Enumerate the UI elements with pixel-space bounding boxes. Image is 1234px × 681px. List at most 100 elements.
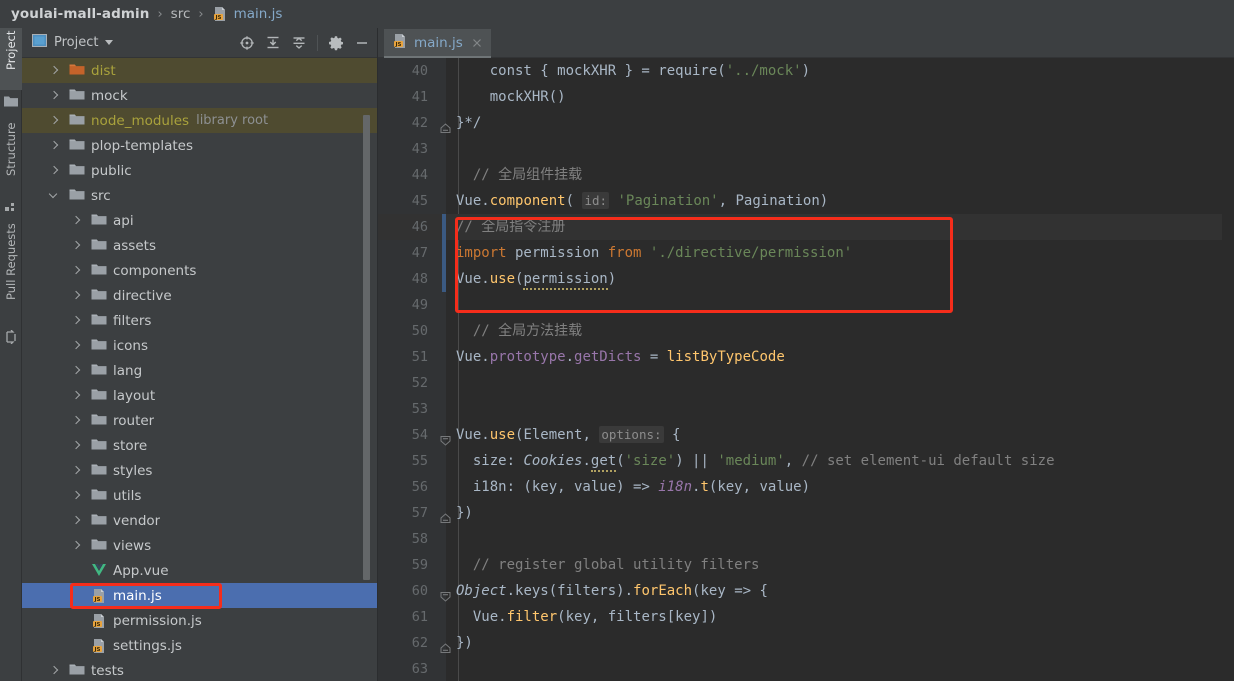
tree-scrollbar[interactable]: [362, 58, 371, 681]
chevron-right-icon[interactable]: [70, 289, 83, 302]
tree-item-plop-templates[interactable]: plop-templates: [22, 133, 378, 158]
code-line-49[interactable]: 49: [378, 292, 1234, 318]
fold-end-icon[interactable]: [440, 117, 451, 133]
sidebar-item-pull-requests[interactable]: Pull Requests: [0, 220, 22, 326]
tree-item-lang[interactable]: lang: [22, 358, 378, 383]
code-line-51[interactable]: 51 Vue.prototype.getDicts = listByTypeCod…: [378, 344, 1234, 370]
fold-end-icon[interactable]: [440, 637, 451, 653]
chevron-right-icon[interactable]: [48, 664, 61, 677]
code-line-46[interactable]: 46 // 全局指令注册: [378, 214, 1234, 240]
gear-icon[interactable]: [324, 31, 348, 55]
code-line-41[interactable]: 41 mockXHR(): [378, 84, 1234, 110]
code-line-57[interactable]: 57}): [378, 500, 1234, 526]
tree-item-directive[interactable]: directive: [22, 283, 378, 308]
project-file-tree[interactable]: dist mock node_modules library root plop-tem…: [22, 58, 378, 681]
code-line-45[interactable]: 45 Vue.component( id: 'Pagination', Pagin…: [378, 188, 1234, 214]
code-line-62[interactable]: 62}): [378, 630, 1234, 656]
code-editor[interactable]: 40 const { mockXHR } = require('../mock'…: [378, 58, 1234, 681]
tree-item-components[interactable]: components: [22, 258, 378, 283]
line-number: 45: [411, 193, 428, 209]
tree-item-app-vue[interactable]: App.vue: [22, 558, 378, 583]
code-line-58[interactable]: 58: [378, 526, 1234, 552]
code-line-40[interactable]: 40 const { mockXHR } = require('../mock'…: [378, 58, 1234, 84]
chevron-right-icon[interactable]: [48, 89, 61, 102]
tree-item-filters[interactable]: filters: [22, 308, 378, 333]
select-opened-file-icon[interactable]: [235, 31, 259, 55]
code-line-text: // 全局组件挂载: [456, 162, 582, 188]
chevron-right-icon[interactable]: [70, 514, 83, 527]
breadcrumb-file[interactable]: main.js: [234, 6, 283, 22]
tree-item-permission-js[interactable]: JS permission.js: [22, 608, 378, 633]
chevron-right-icon[interactable]: [70, 464, 83, 477]
code-line-60[interactable]: 60 Object.keys(filters).forEach(key => {: [378, 578, 1234, 604]
token: component: [489, 193, 566, 209]
tree-item-views[interactable]: views: [22, 533, 378, 558]
tree-item-mock[interactable]: mock: [22, 83, 378, 108]
fold-end-icon[interactable]: [440, 507, 451, 523]
code-line-54[interactable]: 54 Vue.use(Element, options: {: [378, 422, 1234, 448]
tree-item-node-modules[interactable]: node_modules library root: [22, 108, 378, 133]
tree-item-utils[interactable]: utils: [22, 483, 378, 508]
svg-text:JS: JS: [394, 41, 401, 47]
tree-item-src[interactable]: src: [22, 183, 378, 208]
tree-item-layout[interactable]: layout: [22, 383, 378, 408]
tree-item-settings-js[interactable]: JS settings.js: [22, 633, 378, 658]
tree-item-vendor[interactable]: vendor: [22, 508, 378, 533]
chevron-right-icon[interactable]: [70, 489, 83, 502]
code-line-43[interactable]: 43: [378, 136, 1234, 162]
code-line-44[interactable]: 44 // 全局组件挂载: [378, 162, 1234, 188]
chevron-right-icon[interactable]: [48, 64, 61, 77]
tree-item-assets[interactable]: assets: [22, 233, 378, 258]
folder-icon: [91, 363, 107, 379]
chevron-right-icon[interactable]: [70, 339, 83, 352]
tree-item-main-js[interactable]: JS main.js: [22, 583, 378, 608]
breadcrumb-folder[interactable]: src: [171, 6, 191, 22]
tree-item-public[interactable]: public: [22, 158, 378, 183]
tree-item-dist[interactable]: dist: [22, 58, 378, 83]
chevron-down-icon[interactable]: [105, 40, 114, 45]
tree-item-icons[interactable]: icons: [22, 333, 378, 358]
code-line-52[interactable]: 52: [378, 370, 1234, 396]
tab-main-js[interactable]: JS main.js: [384, 29, 491, 58]
code-line-48[interactable]: 48 Vue.use(permission): [378, 266, 1234, 292]
code-line-61[interactable]: 61 Vue.filter(key, filters[key]): [378, 604, 1234, 630]
code-line-53[interactable]: 53: [378, 396, 1234, 422]
hide-icon[interactable]: [350, 31, 374, 55]
tree-item-styles[interactable]: styles: [22, 458, 378, 483]
editor-scrollbar-track[interactable]: [1222, 88, 1234, 681]
collapse-all-icon[interactable]: [287, 31, 311, 55]
chevron-right-icon[interactable]: [70, 314, 83, 327]
breadcrumb-project[interactable]: youlai-mall-admin: [11, 6, 149, 22]
code-line-55[interactable]: 55 size: Cookies.get('size') || 'medium'…: [378, 448, 1234, 474]
chevron-right-icon[interactable]: [48, 139, 61, 152]
chevron-right-icon[interactable]: [70, 264, 83, 277]
code-line-56[interactable]: 56 i18n: (key, value) => i18n.t(key, val…: [378, 474, 1234, 500]
chevron-right-icon[interactable]: [70, 539, 83, 552]
tree-scrollbar-thumb[interactable]: [363, 115, 370, 580]
chevron-right-icon[interactable]: [70, 364, 83, 377]
sidebar-item-structure[interactable]: Structure: [0, 120, 22, 198]
chevron-right-icon[interactable]: [70, 414, 83, 427]
expand-all-icon[interactable]: [261, 31, 285, 55]
tree-item-api[interactable]: api: [22, 208, 378, 233]
code-line-59[interactable]: 59 // register global utility filters: [378, 552, 1234, 578]
tree-item-router[interactable]: router: [22, 408, 378, 433]
fold-expanded-icon[interactable]: [440, 585, 451, 602]
tree-item-tests[interactable]: tests: [22, 658, 378, 681]
chevron-down-icon[interactable]: [48, 189, 61, 202]
code-line-50[interactable]: 50 // 全局方法挂载: [378, 318, 1234, 344]
code-line-47[interactable]: 47 import permission from './directive/pe…: [378, 240, 1234, 266]
code-line-63[interactable]: 63: [378, 656, 1234, 681]
chevron-right-icon[interactable]: [70, 389, 83, 402]
fold-expanded-icon[interactable]: [440, 429, 451, 446]
code-line-42[interactable]: 42}*/: [378, 110, 1234, 136]
sidebar-item-project[interactable]: Project: [0, 28, 22, 90]
chevron-right-icon[interactable]: [48, 164, 61, 177]
chevron-right-icon[interactable]: [70, 239, 83, 252]
chevron-right-icon[interactable]: [70, 214, 83, 227]
close-icon[interactable]: [471, 37, 483, 49]
project-title-group[interactable]: Project: [22, 33, 114, 52]
chevron-right-icon[interactable]: [70, 439, 83, 452]
chevron-right-icon[interactable]: [48, 114, 61, 127]
tree-item-store[interactable]: store: [22, 433, 378, 458]
